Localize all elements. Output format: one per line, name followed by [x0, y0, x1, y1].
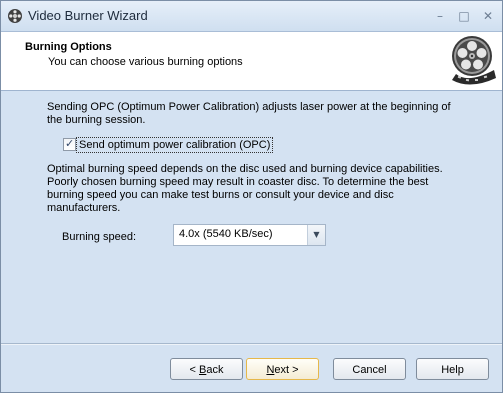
window-title: Video Burner Wizard [28, 8, 148, 23]
next-label-rest: ext > [274, 364, 299, 376]
next-button[interactable]: Next > [246, 358, 319, 380]
close-button[interactable]: ✕ [480, 9, 496, 23]
footer-separator [1, 343, 502, 345]
burning-speed-value: 4.0x (5540 KB/sec) [179, 228, 273, 240]
wizard-header: Burning Options You can choose various b… [1, 32, 502, 91]
burner-app-icon [8, 9, 22, 23]
back-button[interactable]: < Back [170, 358, 243, 380]
help-button[interactable]: Help [416, 358, 489, 380]
film-reel-icon [452, 36, 496, 85]
minimize-button[interactable]: – [432, 9, 448, 23]
chevron-down-icon[interactable]: ▼ [307, 225, 325, 245]
burning-speed-label: Burning speed: [62, 231, 136, 243]
wizard-window: Video Burner Wizard – □ ✕ Burning Option… [0, 0, 503, 393]
page-subtitle: You can choose various burning options [48, 56, 243, 68]
back-label-rest: ack [206, 364, 224, 376]
cancel-button[interactable]: Cancel [333, 358, 406, 380]
title-bar[interactable]: Video Burner Wizard – □ ✕ [1, 1, 502, 32]
speed-description: Optimal burning speed depends on the dis… [47, 163, 443, 214]
checkmark-icon: ✓ [65, 137, 75, 150]
opc-checkbox-label[interactable]: Send optimum power calibration (OPC) [76, 137, 274, 153]
opc-checkbox[interactable]: ✓ [63, 137, 76, 151]
opc-description: Sending OPC (Optimum Power Calibration) … [47, 101, 451, 126]
maximize-button[interactable]: □ [456, 9, 472, 23]
burning-speed-select[interactable]: 4.0x (5540 KB/sec) ▼ [173, 224, 326, 246]
page-title: Burning Options [25, 41, 112, 53]
back-prefix: < [189, 364, 199, 376]
